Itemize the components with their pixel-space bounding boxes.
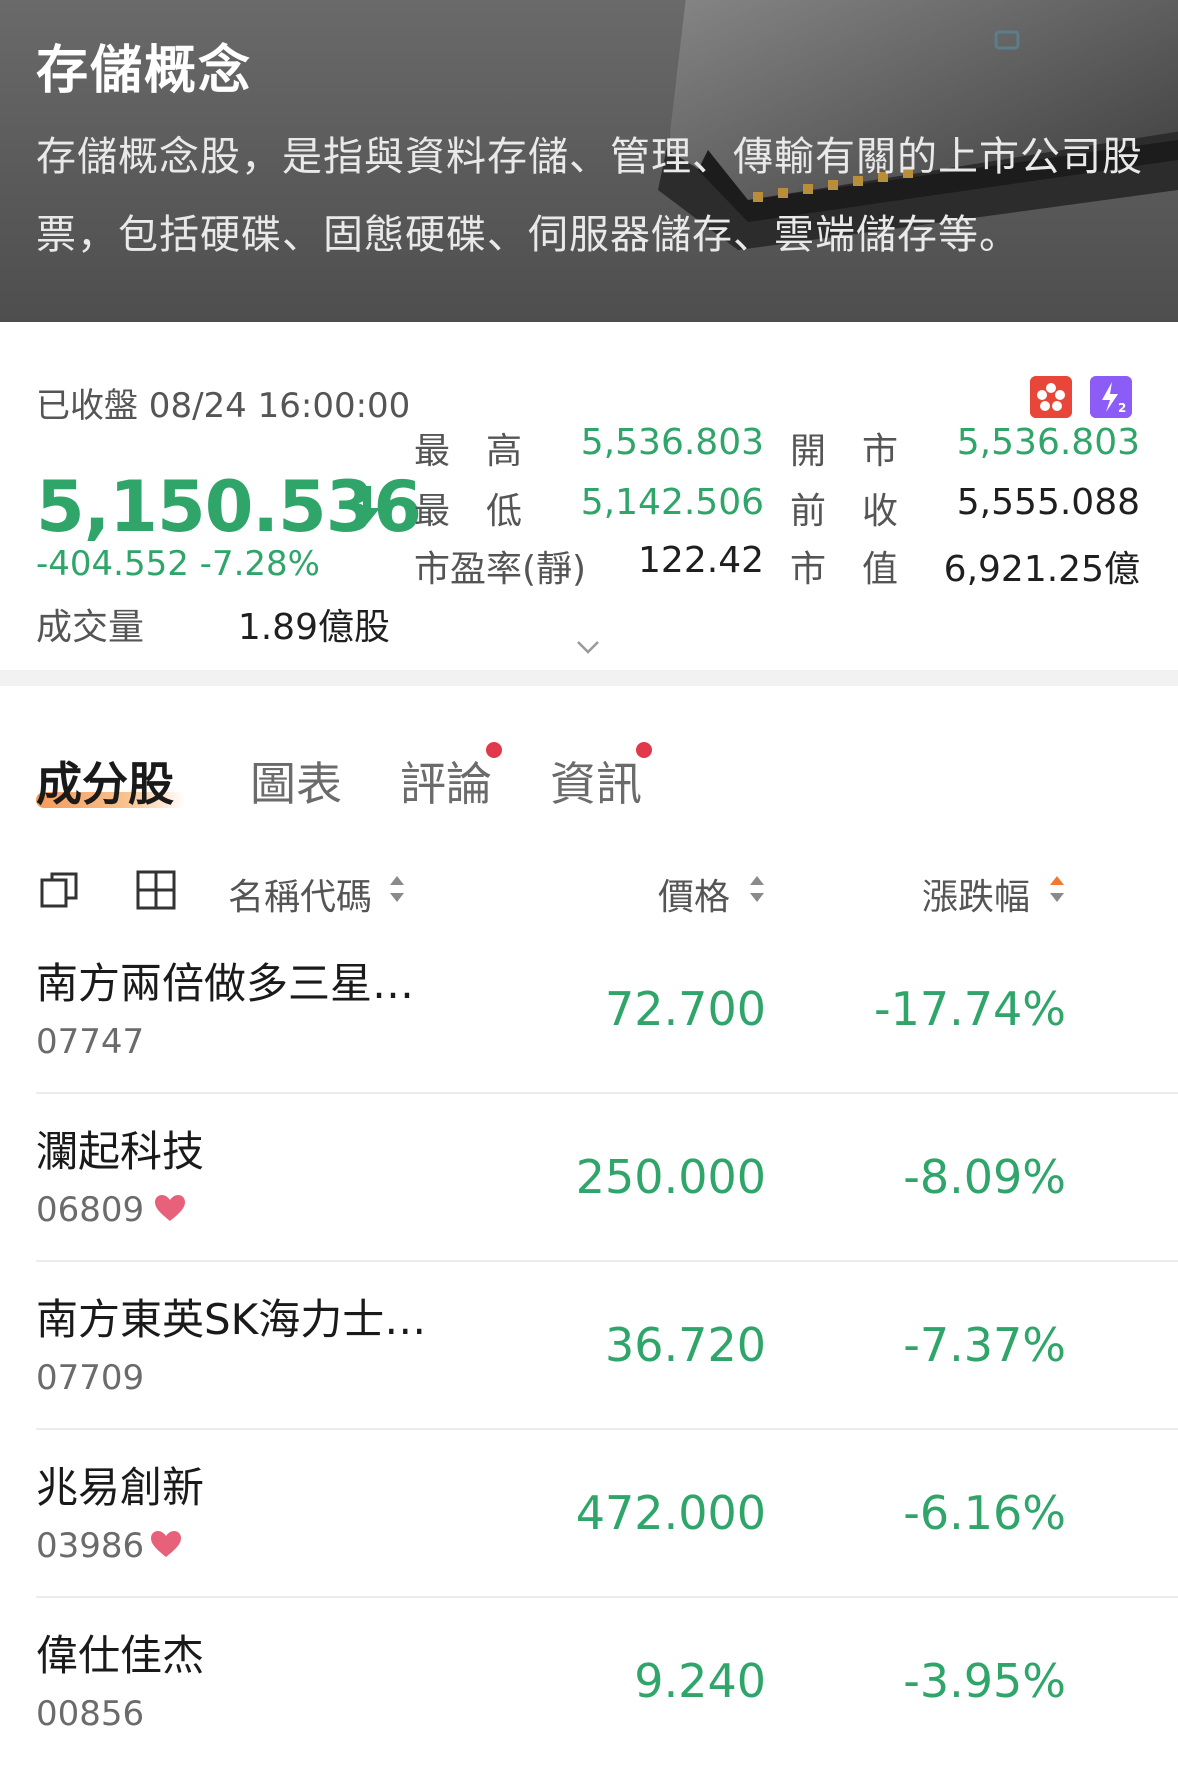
table-row[interactable]: 南方兩倍做多三星… 07747 72.700 -17.74% xyxy=(0,926,1178,1094)
tab-chart[interactable]: 圖表 xyxy=(250,748,342,814)
stock-code: 00856 xyxy=(36,1694,145,1734)
stock-code: 03986 xyxy=(36,1526,145,1566)
stock-change: -6.16% xyxy=(903,1486,1066,1540)
svg-text:2: 2 xyxy=(1118,401,1126,415)
low-label: 最 低 xyxy=(414,491,523,532)
concept-title: 存儲概念 xyxy=(36,41,253,101)
stock-name: 瀾起科技 xyxy=(36,1127,205,1176)
stock-change: -8.09% xyxy=(903,1150,1066,1204)
market-cap-value: 6,921.25億 xyxy=(943,549,1140,590)
open-label: 開 市 xyxy=(790,431,899,472)
sort-icon[interactable] xyxy=(388,872,406,906)
stock-name: 南方兩倍做多三星… xyxy=(36,959,415,1008)
table-row[interactable]: 兆易創新 03986 472.000 -6.16% xyxy=(0,1430,1178,1598)
chevron-down-icon[interactable] xyxy=(576,640,600,654)
prev-close-value: 5,555.088 xyxy=(956,482,1140,523)
high-value: 5,536.803 xyxy=(580,422,764,463)
section-divider xyxy=(0,670,1178,686)
sort-icon[interactable] xyxy=(748,872,766,906)
high-label: 最 高 xyxy=(414,431,523,472)
stock-name: 偉仕佳杰 xyxy=(36,1631,205,1680)
stock-price: 9.240 xyxy=(634,1654,766,1708)
concept-banner: 存儲概念 存儲概念股，是指與資料存儲、管理、傳輸有關的上市公司股票，包括硬碟、固… xyxy=(0,0,1178,322)
level2-quote-icon[interactable]: 2 xyxy=(1090,376,1132,418)
stock-price: 472.000 xyxy=(575,1486,766,1540)
sort-ascending-icon[interactable] xyxy=(1048,872,1066,906)
stock-change: -7.37% xyxy=(903,1318,1066,1372)
stock-code: 06809 xyxy=(36,1190,145,1230)
stock-change: -3.95% xyxy=(903,1654,1066,1708)
comments-notification-dot xyxy=(486,742,502,758)
down-arrow-icon xyxy=(354,486,380,524)
stock-change: -17.74% xyxy=(874,982,1066,1036)
index-change: -404.552 -7.28% xyxy=(36,544,320,584)
stock-price: 250.000 xyxy=(575,1150,766,1204)
stock-price: 36.720 xyxy=(605,1318,766,1372)
hk-market-icon[interactable] xyxy=(1030,376,1072,418)
prev-close-label: 前 收 xyxy=(790,491,899,532)
market-status: 已收盤 08/24 16:00:00 xyxy=(36,386,411,426)
stock-name: 南方東英SK海力士… xyxy=(36,1295,427,1344)
tab-constituents[interactable]: 成分股 xyxy=(36,748,174,814)
stock-code: 07709 xyxy=(36,1358,145,1398)
heart-icon xyxy=(155,1195,185,1221)
grid-icon[interactable] xyxy=(134,868,178,912)
index-quote-panel: 已收盤 08/24 16:00:00 2 5,150.536 -404.552 … xyxy=(0,322,1178,670)
concept-description: 存儲概念股，是指與資料存儲、管理、傳輸有關的上市公司股票，包括硬碟、固態硬碟、伺… xyxy=(36,134,1143,258)
name-code-header[interactable]: 名稱代碼 xyxy=(228,868,372,920)
stock-code: 07747 xyxy=(36,1022,145,1062)
low-value: 5,142.506 xyxy=(580,482,764,523)
pe-value: 122.42 xyxy=(638,540,764,581)
tab-comments[interactable]: 評論 xyxy=(400,748,492,814)
table-row[interactable]: 偉仕佳杰 00856 9.240 -3.95% xyxy=(0,1598,1178,1766)
open-value: 5,536.803 xyxy=(956,422,1140,463)
news-notification-dot xyxy=(636,742,652,758)
price-header[interactable]: 價格 xyxy=(658,868,730,920)
volume-label: 成交量 xyxy=(36,607,145,648)
external-window-icon[interactable] xyxy=(38,868,82,912)
table-row[interactable]: 瀾起科技 06809 250.000 -8.09% xyxy=(0,1094,1178,1262)
tab-news[interactable]: 資訊 xyxy=(550,748,642,814)
stock-name: 兆易創新 xyxy=(36,1463,205,1512)
volume-value: 1.89億股 xyxy=(237,607,390,648)
change-pct-header[interactable]: 漲跌幅 xyxy=(922,868,1030,920)
heart-icon xyxy=(151,1531,181,1557)
stock-price: 72.700 xyxy=(605,982,766,1036)
table-row[interactable]: 南方東英SK海力士… 07709 36.720 -7.37% xyxy=(0,1262,1178,1430)
market-cap-label: 市 值 xyxy=(790,549,899,590)
